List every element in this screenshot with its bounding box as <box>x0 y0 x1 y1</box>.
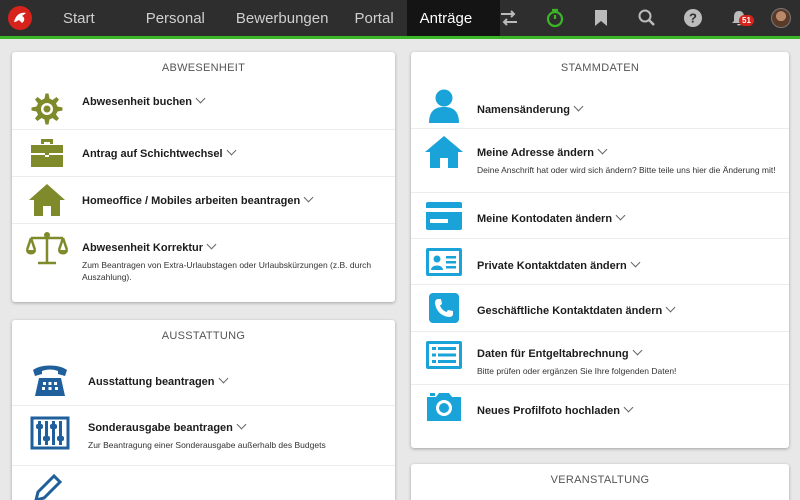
abacus-icon <box>12 416 88 450</box>
swap-icon[interactable] <box>486 0 532 36</box>
item-description: Zur Beantragung einer Sonderausgabe auße… <box>88 440 326 450</box>
home-icon <box>12 183 82 217</box>
card-ausstattung: AUSSTATTUNG Ausstattung beantragen Sonde… <box>12 320 395 500</box>
pencil-icon <box>12 474 88 500</box>
gear-icon <box>12 92 82 126</box>
item-label: Neues Profilfoto hochladen <box>477 405 621 417</box>
item-label: Antrag auf Schichtwechsel <box>82 148 223 160</box>
chevron-down-icon <box>218 373 228 384</box>
chevron-down-icon <box>632 345 643 356</box>
list-item-profilfoto[interactable]: Neues Profilfoto hochladen <box>411 385 789 431</box>
tab-personal[interactable]: Personal <box>133 0 218 36</box>
bookmark-icon[interactable] <box>578 0 624 36</box>
search-icon[interactable] <box>624 0 670 36</box>
bell-icon[interactable]: 51 <box>716 0 762 36</box>
scale-icon <box>12 230 82 266</box>
chevron-down-icon <box>226 145 237 156</box>
list-item-private-kontaktdaten[interactable]: Private Kontaktdaten ändern <box>411 239 789 285</box>
list-item-geschaeftliche-kontaktdaten[interactable]: Geschäftliche Kontaktdaten ändern <box>411 285 789 332</box>
item-label: Ausstattung beantragen <box>88 376 215 388</box>
accent-line <box>0 36 800 39</box>
id-card-icon <box>411 247 477 277</box>
list-item-entgeltabrechnung[interactable]: Daten für Entgeltabrechnung Bitte prüfen… <box>411 332 789 385</box>
list-item-sonderausgabe[interactable]: Sonderausgabe beantragen Zur Beantragung… <box>12 406 395 466</box>
item-label: Meine Kontodaten ändern <box>477 213 613 225</box>
camera-icon <box>411 391 477 423</box>
item-description: Bitte prüfen oder ergänzen Sie Ihre folg… <box>477 366 677 376</box>
help-icon[interactable]: ? <box>670 0 716 36</box>
list-icon <box>411 340 477 370</box>
card-title: AUSSTATTUNG <box>161 330 246 342</box>
chevron-down-icon <box>665 302 676 313</box>
list-item-homeoffice[interactable]: Homeoffice / Mobiles arbeiten beantragen <box>12 177 395 224</box>
card-title: VERANSTALTUNG <box>550 474 650 486</box>
chevron-down-icon <box>630 257 641 268</box>
list-item-adresse[interactable]: Meine Adresse ändern Deine Anschrift hat… <box>411 129 789 193</box>
tab-start[interactable]: Start <box>50 0 108 36</box>
chevron-down-icon <box>195 93 206 104</box>
briefcase-icon <box>12 137 82 169</box>
list-item-schichtwechsel[interactable]: Antrag auf Schichtwechsel <box>12 130 395 177</box>
list-item-ausstattung-beantragen[interactable]: Ausstattung beantragen <box>12 354 395 406</box>
phone-icon <box>12 364 88 398</box>
item-label: Daten für Entgeltabrechnung <box>477 348 629 360</box>
home-icon <box>411 135 477 169</box>
item-label: Abwesenheit buchen <box>82 96 193 108</box>
chevron-down-icon <box>303 192 314 203</box>
item-label: Geschäftliche Kontaktdaten ändern <box>477 305 663 317</box>
item-label: Homeoffice / Mobiles arbeiten beantragen <box>82 195 301 207</box>
list-item-partial[interactable] <box>12 466 395 500</box>
chevron-down-icon <box>623 402 634 413</box>
card-abwesenheit: ABWESENHEIT Abwesenheit buchen Antrag au… <box>12 52 395 302</box>
credit-card-icon <box>411 201 477 231</box>
avatar <box>771 8 791 28</box>
chevron-down-icon <box>597 144 608 155</box>
chevron-down-icon <box>573 101 584 112</box>
list-item-namensaenderung[interactable]: Namensänderung <box>411 82 789 129</box>
chevron-down-icon <box>615 210 626 221</box>
item-label: Meine Adresse ändern <box>477 147 594 159</box>
item-label: Sonderausgabe beantragen <box>88 422 233 434</box>
card-title: ABWESENHEIT <box>161 62 246 74</box>
user-menu[interactable] <box>762 0 800 36</box>
tab-portal[interactable]: Portal <box>341 0 406 36</box>
list-item-kontodaten[interactable]: Meine Kontodaten ändern <box>411 193 789 239</box>
stopwatch-icon[interactable] <box>532 0 578 36</box>
notification-badge: 51 <box>739 15 754 26</box>
chevron-down-icon <box>236 419 247 430</box>
item-label: Namensänderung <box>477 104 570 116</box>
chevron-down-icon <box>206 239 217 250</box>
list-item-korrektur[interactable]: Abwesenheit Korrektur Zum Beantragen von… <box>12 224 395 294</box>
svg-text:?: ? <box>689 11 697 26</box>
logo-icon <box>8 6 32 30</box>
item-label: Abwesenheit Korrektur <box>82 242 204 254</box>
phone-icon <box>411 292 477 324</box>
app-logo[interactable] <box>0 0 40 36</box>
card-veranstaltung: VERANSTALTUNG <box>411 464 789 500</box>
item-label: Private Kontaktdaten ändern <box>477 260 627 272</box>
item-description: Deine Anschrift hat oder wird sich änder… <box>477 165 776 175</box>
list-item-abwesenheit-buchen[interactable]: Abwesenheit buchen <box>12 82 395 130</box>
card-title: STAMMDATEN <box>560 62 640 74</box>
item-description: Zum Beantragen von Extra-Urlaubstagen od… <box>82 260 372 282</box>
tab-bewerbungen[interactable]: Bewerbungen <box>223 0 342 36</box>
card-stammdaten: STAMMDATEN Namensänderung Meine Adresse … <box>411 52 789 448</box>
person-icon <box>411 88 477 124</box>
top-navigation: Start Personal Bewerbungen Portal Anträg… <box>0 0 800 36</box>
